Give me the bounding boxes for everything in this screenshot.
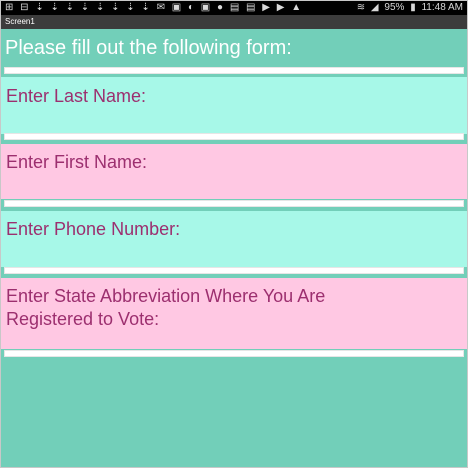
phone-input[interactable] <box>4 267 464 274</box>
last-name-label: Enter Last Name: <box>6 86 147 106</box>
phone-label: Enter Phone Number: <box>6 219 181 239</box>
last-name-input[interactable] <box>4 133 464 140</box>
signal-icon: ◢ <box>370 2 379 13</box>
state-input[interactable] <box>4 350 464 357</box>
first-name-input[interactable] <box>4 200 464 207</box>
phone-panel: Enter Phone Number: <box>1 211 467 267</box>
first-name-label: Enter First Name: <box>6 152 148 172</box>
battery-icon: ▮ <box>410 2 416 13</box>
state-label: Enter State Abbreviation Where You Are R… <box>6 286 326 329</box>
wifi-icon: ≋ <box>356 2 366 13</box>
notification-icons: ⊞ ⊟ ⇣ ⇣ ⇣ ⇣ ⇣ ⇣ ⇣ ⇣ ✉ ▣ ◐ ▣ ● ▤ ▤ ▶ ▶ ▲ <box>5 2 304 13</box>
battery-percent: 95% <box>384 2 405 13</box>
status-bar: ⊞ ⊟ ⇣ ⇣ ⇣ ⇣ ⇣ ⇣ ⇣ ⇣ ✉ ▣ ◐ ▣ ● ▤ ▤ ▶ ▶ ▲ … <box>1 1 467 15</box>
last-name-panel: Enter Last Name: <box>1 77 467 134</box>
first-name-panel: Enter First Name: <box>1 144 467 199</box>
form-heading: Please fill out the following form: <box>5 37 292 59</box>
state-panel: Enter State Abbreviation Where You Are R… <box>1 278 467 349</box>
app-screen: ⊞ ⊟ ⇣ ⇣ ⇣ ⇣ ⇣ ⇣ ⇣ ⇣ ✉ ▣ ◐ ▣ ● ▤ ▤ ▶ ▶ ▲ … <box>0 0 468 468</box>
status-indicators: ≋ ◢ 95% ▮ 11:48 AM <box>354 1 463 15</box>
clock: 11:48 AM <box>421 2 463 13</box>
heading-textbox[interactable] <box>4 67 464 74</box>
screen-title: Screen1 <box>1 15 467 29</box>
